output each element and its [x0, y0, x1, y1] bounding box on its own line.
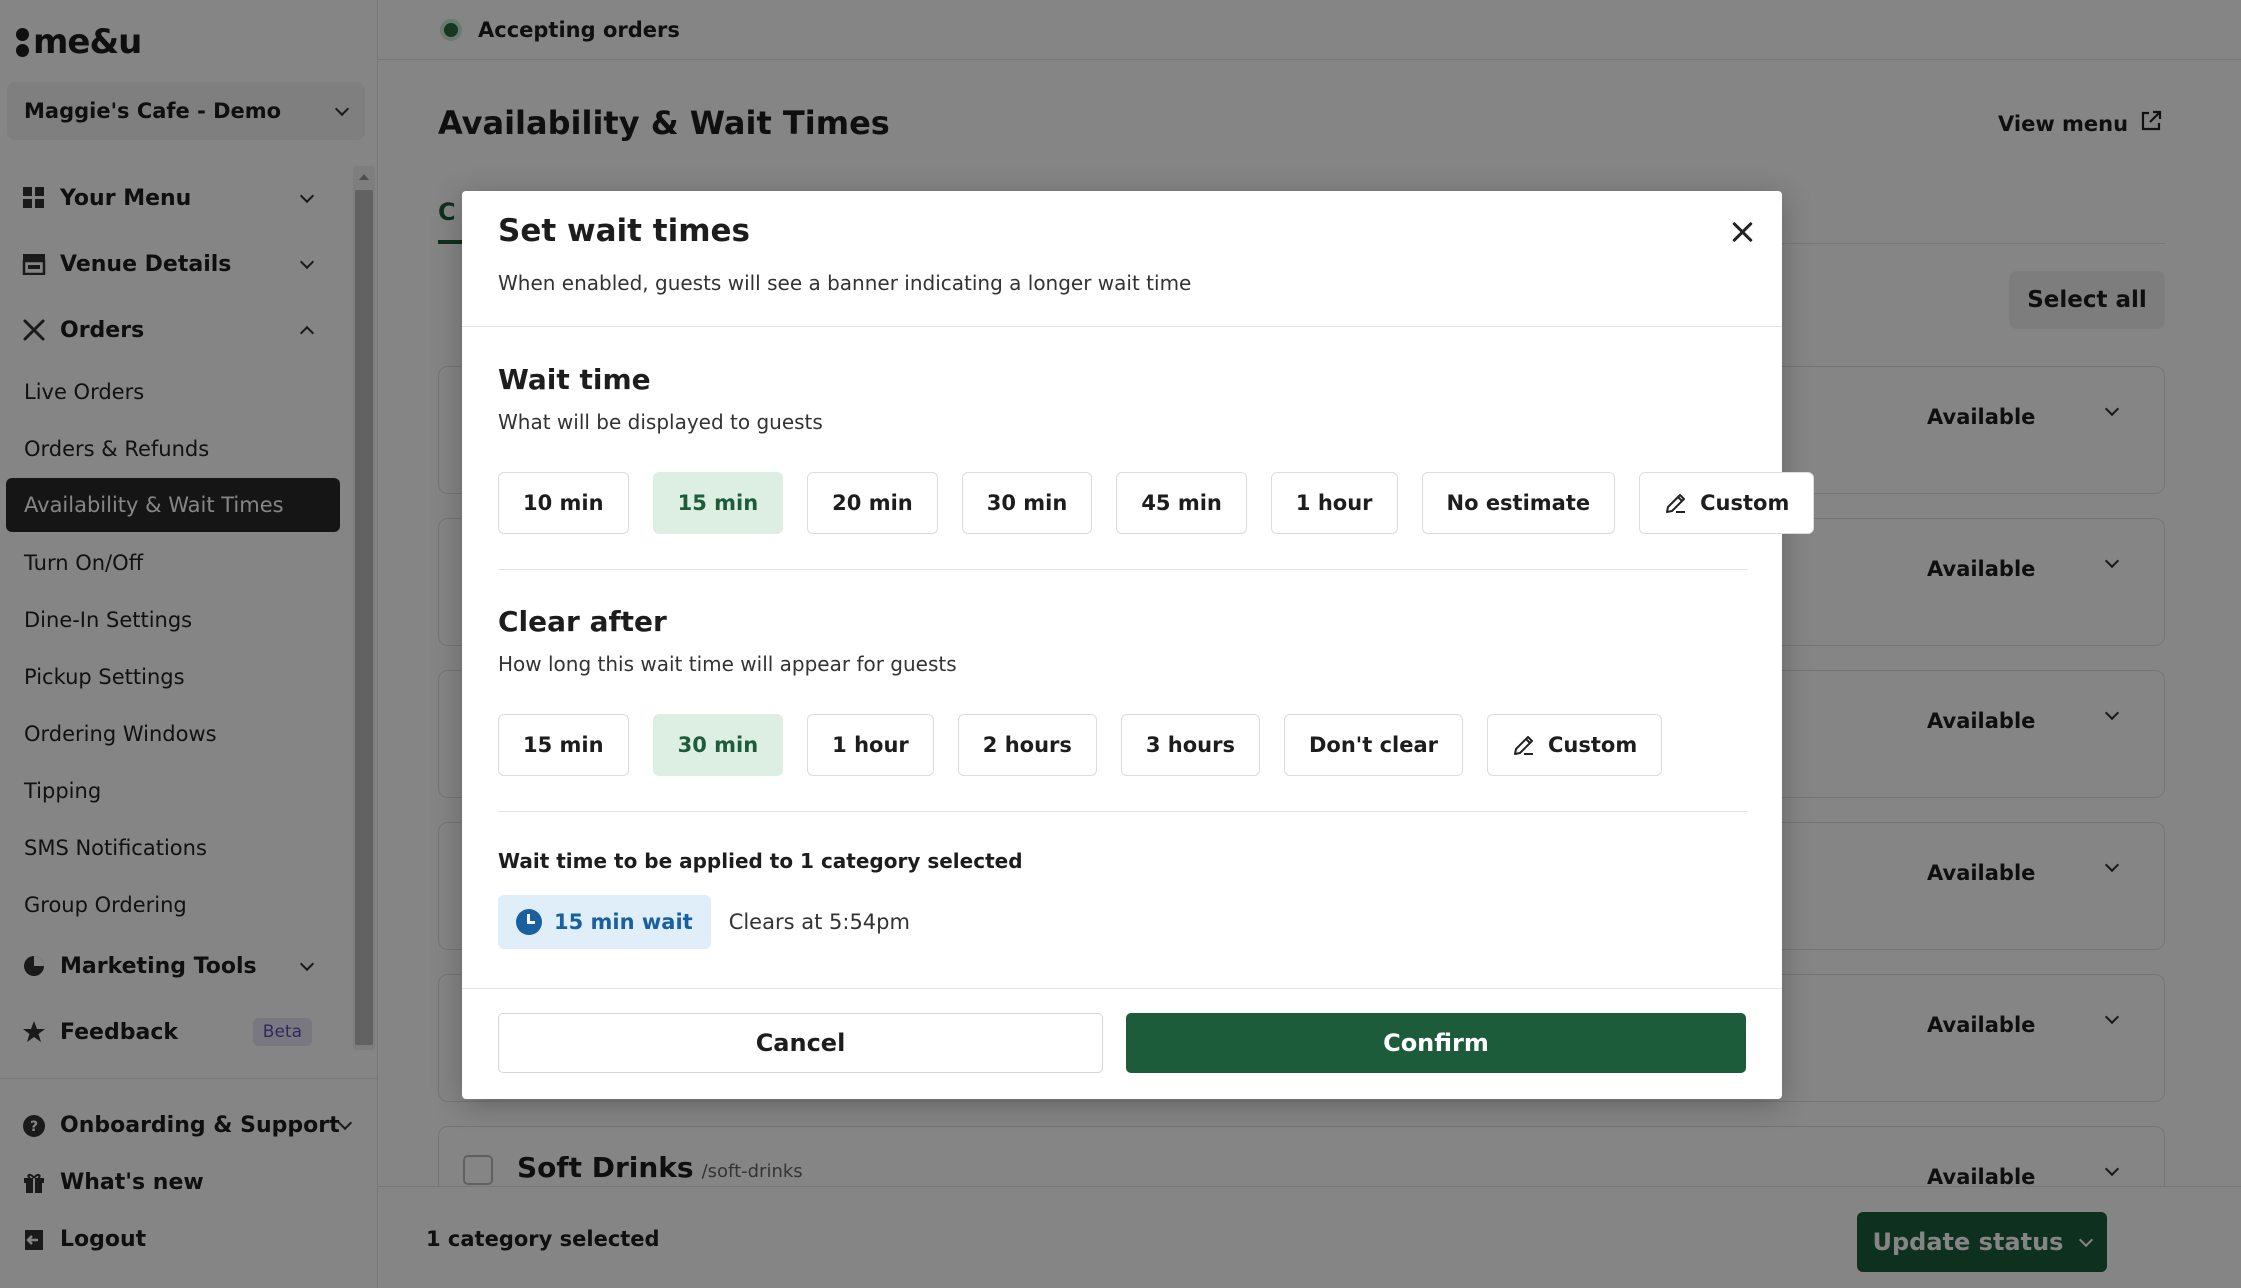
clear-after-section: Clear after How long this wait time will… — [498, 605, 1748, 776]
clock-icon — [516, 909, 542, 935]
clear-option[interactable]: Don't clear — [1283, 714, 1463, 776]
section-subtitle: What will be displayed to guests — [498, 410, 823, 434]
section-divider — [498, 569, 1748, 570]
clear-option[interactable]: 1 hour — [807, 714, 934, 776]
pencil-icon — [1664, 491, 1688, 515]
wait-time-section: Wait time What will be displayed to gues… — [498, 363, 1815, 534]
clear-option-custom[interactable]: Custom — [1487, 714, 1663, 776]
confirm-button[interactable]: Confirm — [1126, 1013, 1746, 1073]
wait-option[interactable]: 45 min — [1116, 472, 1247, 534]
clear-option[interactable]: 2 hours — [957, 714, 1097, 776]
clear-after-options: 15 min 30 min 1 hour 2 hours 3 hours Don… — [498, 714, 1748, 776]
wait-option[interactable]: 1 hour — [1270, 472, 1398, 534]
modal-header: Set wait times When enabled, guests will… — [462, 191, 1782, 327]
wait-option[interactable]: No estimate — [1421, 472, 1616, 534]
modal-title: Set wait times — [498, 213, 750, 249]
custom-label: Custom — [1548, 733, 1638, 757]
close-icon[interactable] — [1727, 217, 1757, 247]
clear-option[interactable]: 3 hours — [1120, 714, 1260, 776]
summary-row: 15 min wait Clears at 5:54pm — [498, 895, 1748, 949]
wait-badge: 15 min wait — [498, 895, 711, 949]
wait-summary: Wait time to be applied to 1 category se… — [498, 849, 1748, 949]
wait-option[interactable]: 20 min — [807, 472, 938, 534]
section-divider — [498, 811, 1748, 812]
custom-label: Custom — [1700, 491, 1790, 515]
modal-footer: Cancel Confirm — [462, 988, 1782, 1099]
clear-option[interactable]: 15 min — [498, 714, 629, 776]
wait-option[interactable]: 10 min — [498, 472, 629, 534]
wait-option-custom[interactable]: Custom — [1639, 472, 1815, 534]
wait-badge-label: 15 min wait — [554, 910, 693, 934]
clear-option-selected[interactable]: 30 min — [652, 714, 784, 776]
summary-title: Wait time to be applied to 1 category se… — [498, 849, 1023, 873]
clears-at-text: Clears at 5:54pm — [728, 910, 910, 934]
wait-time-options: 10 min 15 min 20 min 30 min 45 min 1 hou… — [498, 472, 1815, 534]
wait-option-selected[interactable]: 15 min — [652, 472, 784, 534]
section-title: Wait time — [498, 363, 651, 396]
set-wait-times-modal: Set wait times When enabled, guests will… — [462, 191, 1815, 1099]
modal-subtitle: When enabled, guests will see a banner i… — [498, 271, 1192, 295]
section-title: Clear after — [498, 605, 667, 638]
section-subtitle: How long this wait time will appear for … — [498, 652, 957, 676]
wait-option[interactable]: 30 min — [961, 472, 1093, 534]
cancel-button[interactable]: Cancel — [498, 1013, 1103, 1073]
pencil-icon — [1512, 733, 1536, 757]
